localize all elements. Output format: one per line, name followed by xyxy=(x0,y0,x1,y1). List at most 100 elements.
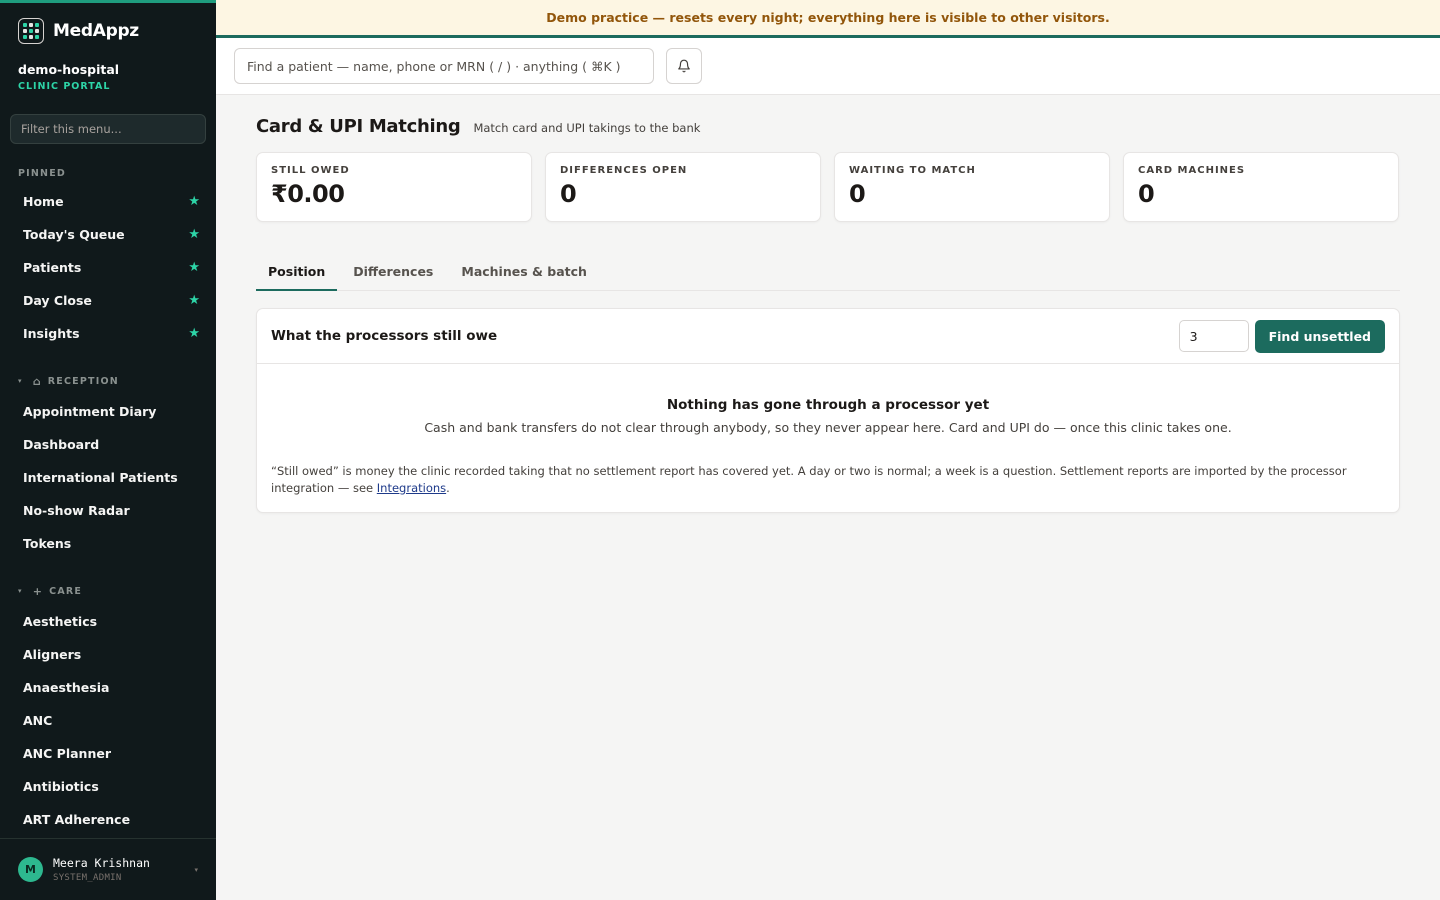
star-icon[interactable]: ★ xyxy=(188,293,200,308)
stat-label: CARD MACHINES xyxy=(1138,165,1246,176)
top-bar xyxy=(216,38,1440,95)
org-subtitle: CLINIC PORTAL xyxy=(18,81,111,92)
pinned-section-label: PINNED xyxy=(18,167,66,179)
sidebar-item-label: ART Adherence xyxy=(23,812,131,827)
sidebar-item-label: Today's Queue xyxy=(23,227,125,242)
sidebar-item-tokens[interactable]: Tokens xyxy=(0,527,216,560)
nav-groups: ▾ ⌂ RECEPTION Appointment Diary Dashboard Int… xyxy=(0,372,216,869)
sidebar-item-today-s-queue[interactable]: Today's Queue ★ xyxy=(0,218,216,251)
stat-value: ₹0.00 xyxy=(271,180,345,208)
notifications-button[interactable] xyxy=(666,48,702,84)
sidebar-item-label: Patients xyxy=(23,260,82,275)
star-icon[interactable]: ★ xyxy=(188,326,200,341)
sidebar-item-label: Appointment Diary xyxy=(23,404,157,419)
chevron-down-icon: ▾ xyxy=(194,865,198,874)
sidebar-item-label: Antibiotics xyxy=(23,779,99,794)
page-subtitle: Match card and UPI takings to the bank xyxy=(473,121,701,135)
sidebar-item-anaesthesia[interactable]: Anaesthesia xyxy=(0,671,216,704)
sidebar-item-home[interactable]: Home ★ xyxy=(0,185,216,218)
sidebar-item-art-adherence[interactable]: ART Adherence xyxy=(0,803,216,836)
section-care[interactable]: ▾ + CARE xyxy=(0,582,216,600)
sidebar-item-aligners[interactable]: Aligners xyxy=(0,638,216,671)
user-name: Meera Krishnan xyxy=(53,856,150,870)
sidebar-item-dashboard[interactable]: Dashboard xyxy=(0,428,216,461)
chevron-down-icon: ▾ xyxy=(18,377,23,385)
sidebar-item-label: Tokens xyxy=(23,536,72,551)
tab-position[interactable]: Position xyxy=(256,262,338,291)
sidebar-item-patients[interactable]: Patients ★ xyxy=(0,251,216,284)
sidebar-item-day-close[interactable]: Day Close ★ xyxy=(0,284,216,317)
star-icon[interactable]: ★ xyxy=(188,260,200,275)
stat-label: WAITING TO MATCH xyxy=(849,165,976,176)
card-header: What the processors still owe Find unset… xyxy=(257,309,1399,364)
sidebar: MedAppz demo-hospital CLINIC PORTAL PINN… xyxy=(0,0,216,900)
integrations-link[interactable]: Integrations xyxy=(377,481,446,495)
plus-icon: + xyxy=(32,584,44,598)
stat-waiting-to-match: WAITING TO MATCH 0 xyxy=(834,152,1110,222)
sidebar-item-international-patients[interactable]: International Patients xyxy=(0,461,216,494)
menu-filter-input[interactable] xyxy=(10,114,206,144)
sidebar-item-no-show-radar[interactable]: No-show Radar xyxy=(0,494,216,527)
section-reception[interactable]: ▾ ⌂ RECEPTION xyxy=(0,372,216,390)
still-owed-note: “Still owed” is money the clinic recorde… xyxy=(257,435,1399,512)
sidebar-item-label: Dashboard xyxy=(23,437,100,452)
sidebar-item-antibiotics[interactable]: Antibiotics xyxy=(0,770,216,803)
user-role: SYSTEM_ADMIN xyxy=(53,873,122,883)
sidebar-item-label: Insights xyxy=(23,326,80,341)
sidebar-item-label: Anaesthesia xyxy=(23,680,110,695)
find-unsettled-button[interactable]: Find unsettled xyxy=(1254,319,1385,353)
tab-machines-batch[interactable]: Machines & batch xyxy=(449,262,599,291)
stat-label: DIFFERENCES OPEN xyxy=(560,165,688,176)
sidebar-item-label: ANC Planner xyxy=(23,746,111,761)
empty-state-title: Nothing has gone through a processor yet xyxy=(666,397,990,413)
sidebar-item-anc-planner[interactable]: ANC Planner xyxy=(0,737,216,770)
empty-state: Nothing has gone through a processor yet… xyxy=(257,364,1399,435)
sidebar-item-insights[interactable]: Insights ★ xyxy=(0,317,216,350)
stat-card-machines: CARD MACHINES 0 xyxy=(1123,152,1399,222)
tab-differences[interactable]: Differences xyxy=(341,262,445,291)
stat-value: 0 xyxy=(1138,180,1155,208)
position-card: What the processors still owe Find unset… xyxy=(256,308,1400,513)
main-content: Card & UPI Matching Match card and UPI t… xyxy=(256,95,1400,513)
tab-bar: Position Differences Machines & batch xyxy=(256,262,1400,291)
sidebar-item-label: Aligners xyxy=(23,647,82,662)
stat-differences-open: DIFFERENCES OPEN 0 xyxy=(545,152,821,222)
sidebar-item-label: Home xyxy=(23,194,64,209)
sidebar-item-label: Day Close xyxy=(23,293,92,308)
sidebar-item-label: ANC xyxy=(23,713,53,728)
chevron-down-icon: ▾ xyxy=(18,587,23,595)
note-end: . xyxy=(446,481,450,495)
bell-icon xyxy=(678,59,690,73)
brand-name: MedAppz xyxy=(53,21,139,41)
stat-value: 0 xyxy=(560,180,577,208)
demo-banner: Demo practice — resets every night; ever… xyxy=(216,0,1440,38)
nav-scroll-area[interactable]: PINNED Home ★ Today's Queue ★ Patients ★ Day C… xyxy=(0,144,216,900)
stat-label: STILL OWED xyxy=(271,165,350,176)
page-header: Card & UPI Matching Match card and UPI t… xyxy=(256,116,1400,137)
org-info: demo-hospital CLINIC PORTAL xyxy=(0,59,216,92)
sidebar-item-label: No-show Radar xyxy=(23,503,130,518)
empty-state-text: Cash and bank transfers do not clear thr… xyxy=(424,420,1232,435)
house-icon: ⌂ xyxy=(32,374,42,388)
user-info: Meera Krishnan SYSTEM_ADMIN xyxy=(53,856,150,883)
stat-cards: STILL OWED ₹0.00 DIFFERENCES OPEN 0 WAIT… xyxy=(256,152,1400,222)
stat-still-owed: STILL OWED ₹0.00 xyxy=(256,152,532,222)
page-title: Card & UPI Matching xyxy=(256,116,461,137)
star-icon[interactable]: ★ xyxy=(188,227,200,242)
days-input[interactable] xyxy=(1178,320,1249,352)
stat-value: 0 xyxy=(849,180,866,208)
sidebar-item-label: International Patients xyxy=(23,470,178,485)
avatar: M xyxy=(18,857,43,882)
sidebar-item-appointment-diary[interactable]: Appointment Diary xyxy=(0,395,216,428)
org-name: demo-hospital xyxy=(18,62,120,77)
brand[interactable]: MedAppz xyxy=(0,3,216,59)
user-menu[interactable]: M Meera Krishnan SYSTEM_ADMIN ▾ xyxy=(0,838,216,900)
sidebar-item-anc[interactable]: ANC xyxy=(0,704,216,737)
medappz-logo-icon xyxy=(18,18,44,44)
section-label: CARE xyxy=(49,585,83,597)
sidebar-item-aesthetics[interactable]: Aesthetics xyxy=(0,605,216,638)
star-icon[interactable]: ★ xyxy=(188,194,200,209)
section-label: RECEPTION xyxy=(47,375,119,387)
patient-search-input[interactable] xyxy=(234,48,654,84)
card-title: What the processors still owe xyxy=(271,328,498,344)
